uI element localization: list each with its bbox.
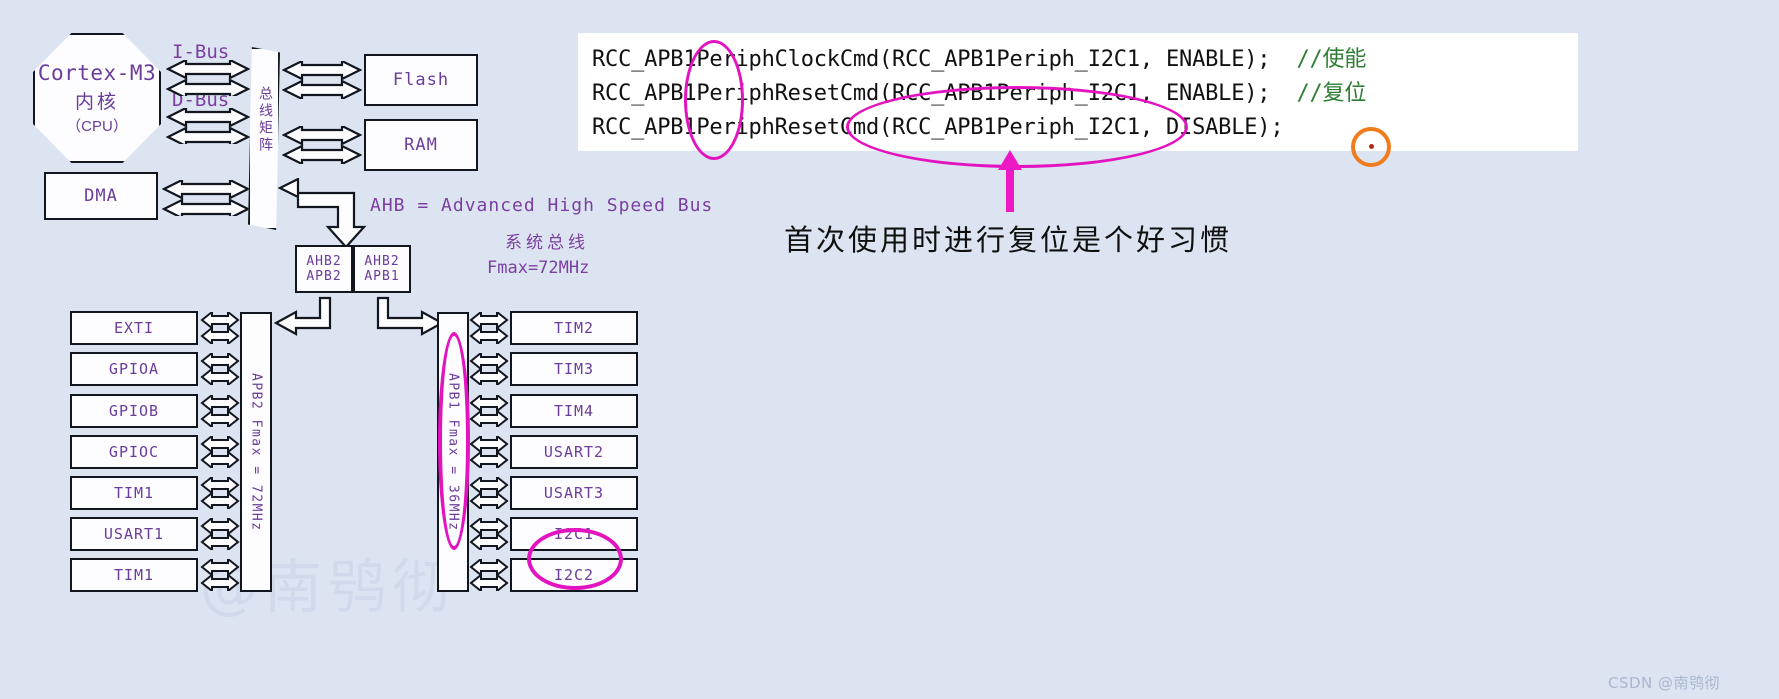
periph-label-apb2-4: TIM1 [113,484,155,502]
code-line-0-text: RCC_APB1PeriphClockCmd(RCC_APB1Periph_I2… [592,47,1271,72]
periph-box-apb2-1: GPIOA [70,352,198,386]
bridge-apb1-top: AHB2 [364,254,400,269]
code-line-1-text: RCC_APB1PeriphResetCmd(RCC_APB1Periph_I2… [592,81,1271,106]
apb2-arrow-0-icon [200,312,240,344]
periph-box-apb2-2: GPIOB [70,394,198,428]
periph-label-apb2-3: GPIOC [108,443,160,461]
annotation-text: 首次使用时进行复位是个好习惯 [784,223,1233,257]
apb2-bus-bar: APB2 Fmax = 72MHz [240,312,272,592]
bridge-apb2-top: AHB2 [306,254,342,269]
code-panel: RCC_APB1PeriphClockCmd(RCC_APB1Periph_I2… [578,33,1578,151]
apb2-arrow-1-icon [200,353,240,385]
periph-label-apb2-6: TIM1 [113,566,155,584]
periph-label-apb1-0: TIM2 [553,319,595,337]
bus-matrix-label: 总线矩阵 [258,86,274,154]
annotation-arrow-icon [992,150,1028,217]
periph-box-apb2-4: TIM1 [70,476,198,510]
apb1-arrow-2-icon [469,395,509,427]
periph-label-apb1-4: USART3 [543,484,605,502]
apb2-arrow-3-icon [200,436,240,468]
periph-box-apb1-3: USART2 [510,435,638,469]
code-line-1-comment: //复位 [1270,81,1367,106]
periph-box-apb2-3: GPIOC [70,435,198,469]
periph-box-apb1-4: USART3 [510,476,638,510]
apb2-bridge-connector-icon [272,296,364,344]
apb1-arrow-0-icon [469,312,509,344]
flash-block: Flash [364,54,478,106]
bridge-apb2-bottom: APB2 [306,269,342,284]
cpu-core-abbr: （CPU） [66,117,128,135]
periph-box-apb1-0: TIM2 [510,311,638,345]
code-line-1: RCC_APB1PeriphResetCmd(RCC_APB1Periph_I2… [592,77,1564,111]
ahb-expansion-note: AHB = Advanced High Speed Bus [370,195,714,216]
periph-box-apb1-5: I2C1 [510,517,638,551]
periph-label-apb1-1: TIM3 [553,360,595,378]
ram-arrow-icon [282,126,362,164]
dma-label: DMA [84,186,118,206]
periph-label-apb2-1: GPIOA [108,360,160,378]
ram-label: RAM [404,135,438,155]
csdn-credit: CSDN @南鸮彻 [1608,674,1721,692]
code-line-0-comment: //使能 [1270,47,1367,72]
ibus-arrow-icon [166,60,250,96]
fmax-note: Fmax=72MHz [487,258,590,278]
periph-label-apb2-0: EXTI [113,319,155,337]
periph-label-apb1-2: TIM4 [553,402,595,420]
system-bus-note: 系统总线 [505,233,589,253]
periph-box-apb2-6: TIM1 [70,558,198,592]
apb1-bus-bar: APB1 Fmax = 36MHz [437,312,469,592]
periph-label-apb2-2: GPIOB [108,402,160,420]
periph-box-apb2-0: EXTI [70,311,198,345]
bridge-block-apb1: AHB2 APB1 [353,245,411,293]
apb2-arrow-4-icon [200,477,240,509]
highlight-dot-semicolon [1369,144,1374,149]
cpu-core-cn: 内核 [74,91,119,113]
apb2-arrow-2-icon [200,395,240,427]
dbus-arrow-icon [166,108,250,144]
apb1-arrow-1-icon [469,353,509,385]
apb1-arrow-3-icon [469,436,509,468]
apb1-arrow-5-icon [469,518,509,550]
bridge-block-apb2: AHB2 APB2 [295,245,353,293]
apb1-bus-label: APB1 Fmax = 36MHz [445,372,461,532]
periph-box-apb1-2: TIM4 [510,394,638,428]
flash-label: Flash [392,70,450,90]
periph-box-apb1-1: TIM3 [510,352,638,386]
apb1-arrow-4-icon [469,477,509,509]
apb2-arrow-6-icon [200,559,240,591]
periph-box-apb2-5: USART1 [70,517,198,551]
cpu-core-block: Cortex-M3 内核 （CPU） [33,33,161,163]
periph-label-apb1-6: I2C2 [553,566,595,584]
bridge-apb1-bottom: APB1 [364,269,400,284]
periph-label-apb1-5: I2C1 [553,525,595,543]
ram-block: RAM [364,119,478,171]
apb2-bus-label: APB2 Fmax = 72MHz [248,372,264,532]
apb2-arrow-5-icon [200,518,240,550]
periph-label-apb2-5: USART1 [103,525,165,543]
flash-arrow-icon [282,61,362,99]
periph-box-apb1-6: I2C2 [510,558,638,592]
periph-label-apb1-3: USART2 [543,443,605,461]
diagram-canvas: @南鸮彻 Cortex-M3 内核 （CPU） DMA I-Bus D-Bus … [0,0,1779,699]
code-line-2-text: RCC_APB1PeriphResetCmd(RCC_APB1Periph_I2… [592,115,1284,140]
dma-block: DMA [44,172,158,220]
dma-arrow-icon [162,180,250,216]
apb1-arrow-6-icon [469,559,509,591]
cpu-core-name: Cortex-M3 [37,60,157,85]
code-line-0: RCC_APB1PeriphClockCmd(RCC_APB1Periph_I2… [592,43,1564,77]
code-line-2: RCC_APB1PeriphResetCmd(RCC_APB1Periph_I2… [592,111,1564,145]
